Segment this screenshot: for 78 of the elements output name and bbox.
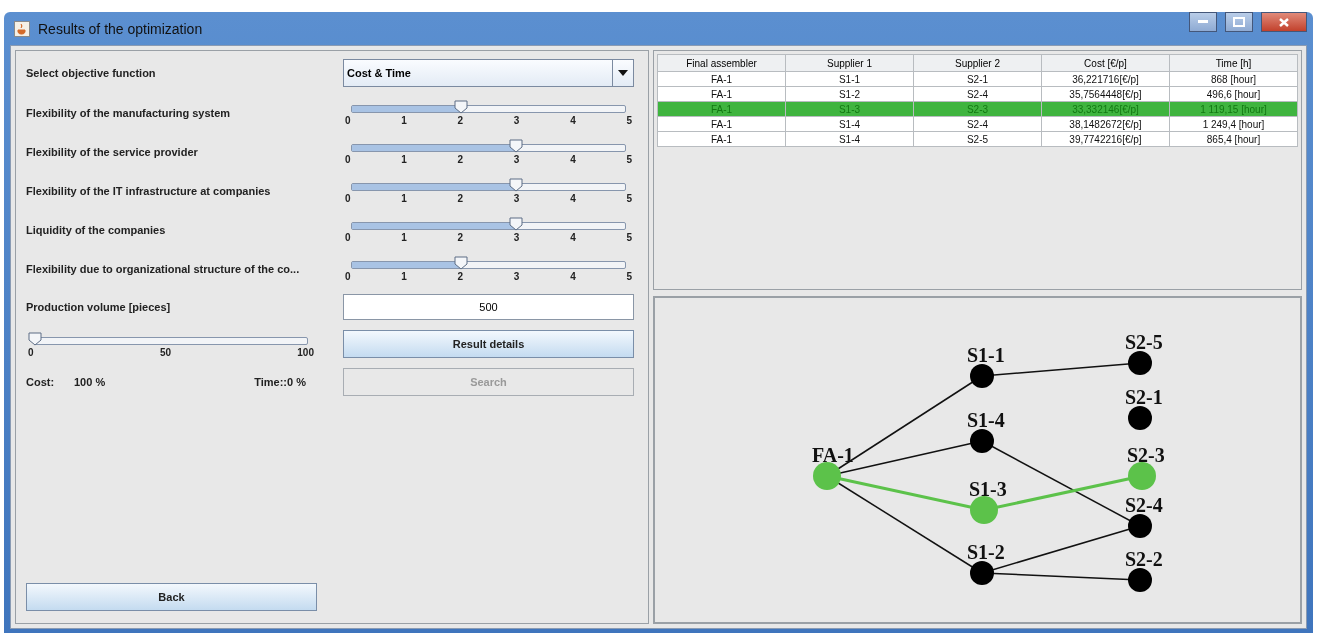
slider-thumb[interactable] [508,217,523,231]
node-label: S2-5 [1125,331,1163,353]
column-header: Supplier 2 [913,54,1042,72]
node-label: S1-4 [967,409,1005,431]
column-header: Supplier 1 [785,54,914,72]
tick-label: 2 [457,271,464,282]
caret-icon [618,70,628,76]
slider-thumb[interactable] [454,256,469,270]
tick-label: 1 [401,232,407,243]
slider-thumb[interactable] [508,178,523,192]
slider-thumb[interactable] [28,331,42,346]
slider-thumb[interactable] [508,139,523,153]
time-value: Time::0 % [254,376,306,388]
column-header: Final assembler [657,54,786,72]
result-details-button[interactable]: Result details [343,330,634,358]
dropdown-value: Cost & Time [346,67,412,79]
tick-label: 2 [457,232,464,243]
tick-label: 2 [457,193,464,204]
tick-label: 2 [457,115,464,126]
tick-label: 1 [401,154,407,165]
minimize-icon [1198,20,1208,24]
tick-label: 3 [513,154,520,165]
node-label: S2-2 [1125,548,1163,570]
tick-label: 4 [570,232,576,243]
maximize-button[interactable] [1225,12,1253,32]
tick-label: 0 [345,154,351,165]
tick-label: 0 [345,271,351,282]
tick-label: 1 [401,271,407,282]
tick-label: 4 [570,115,576,126]
cost-label: Cost: [26,376,56,388]
tick-label: 3 [513,115,520,126]
tick-label: 3 [513,193,520,204]
tick-label: 50 [159,346,171,358]
tick-label: 5 [626,115,632,126]
tick-label: 0 [28,346,34,358]
tick-label: 5 [626,154,632,165]
node-label: FA-1 [812,444,854,466]
tick-label: 5 [626,232,632,243]
volume-input-field[interactable]: 500 [343,294,634,320]
slider-label: Flexibility of the manufacturing system [26,106,232,119]
tick-label: 4 [570,271,576,282]
column-header: Time [h] [1169,54,1298,72]
maximize-icon [1233,17,1245,27]
java-cup-icon [14,20,30,37]
back-button[interactable]: Back [26,583,317,611]
close-icon [1278,16,1290,28]
node-label: S1-3 [969,478,1007,500]
window-title: Results of the optimization [38,20,204,37]
minimize-button[interactable] [1189,12,1217,32]
tick-label: 3 [513,271,520,282]
close-button[interactable] [1261,12,1307,32]
slider-label: Liquidity of the companies [26,223,167,236]
tick-label: 5 [626,271,632,282]
slider-label: Flexibility of the IT infrastructure at companies [26,184,272,197]
slider-thumb[interactable] [454,100,469,114]
slider-label: Flexibility due to organizational structure of the co... [26,262,301,275]
node-label: S2-1 [1125,386,1163,408]
field-label: Select objective function [26,67,157,79]
tick-label: 0 [345,193,351,204]
tick-label: 2 [457,154,464,165]
node-label: S1-1 [967,344,1005,366]
tick-label: 1 [401,115,407,126]
tick-label: 3 [513,232,520,243]
tick-label: 4 [570,193,576,204]
field-label: Production volume [pieces] [26,301,172,313]
column-header: Cost [€/p] [1041,54,1170,72]
tick-label: 5 [626,193,632,204]
slider-label: Flexibility of the service provider [26,145,199,158]
tick-label: 100 [297,346,314,358]
objective-dropdown[interactable]: Cost & Time [343,59,634,87]
cost-value: 100 % [74,376,107,388]
node-label: S2-4 [1125,494,1163,516]
tick-label: 0 [345,115,351,126]
tick-label: 0 [345,232,351,243]
tick-label: 1 [401,193,407,204]
node-label: S2-3 [1127,444,1165,466]
tick-label: 4 [570,154,576,165]
node-label: S1-2 [967,541,1005,563]
